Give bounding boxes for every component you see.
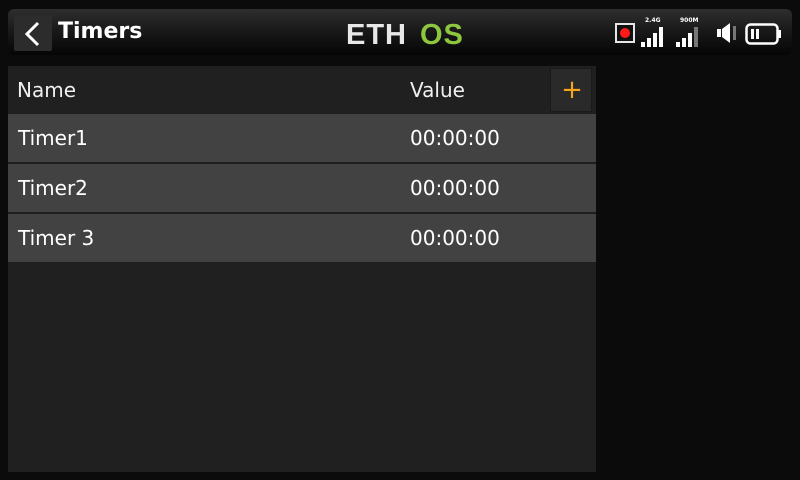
chevron-left-icon bbox=[24, 21, 40, 47]
column-header-name: Name bbox=[17, 78, 77, 102]
timer-name: Timer2 bbox=[18, 176, 88, 200]
screen: Timers ETH OS 2.4G 900M Name Value + Tim… bbox=[0, 0, 800, 480]
timer-value: 00:00:00 bbox=[410, 226, 500, 250]
ethos-logo: ETH OS bbox=[346, 19, 464, 49]
rf-band-label-900m: 900M bbox=[680, 17, 699, 24]
record-icon bbox=[615, 23, 635, 43]
add-timer-button[interactable]: + bbox=[550, 68, 592, 112]
page-title: Timers bbox=[58, 19, 143, 44]
signal-bars-icon bbox=[641, 27, 671, 47]
timer-name: Timer 3 bbox=[18, 226, 95, 250]
logo-text-left: ETH bbox=[346, 19, 407, 49]
table-header: Name Value + bbox=[8, 66, 596, 114]
rf-band-label-24g: 2.4G bbox=[645, 17, 661, 24]
timer-value: 00:00:00 bbox=[410, 176, 500, 200]
signal-bars-icon bbox=[676, 27, 706, 47]
logo-text-right: OS bbox=[420, 19, 464, 49]
timer-value: 00:00:00 bbox=[410, 126, 500, 150]
timer-name: Timer1 bbox=[18, 126, 88, 150]
plus-icon: + bbox=[561, 75, 583, 105]
back-button[interactable] bbox=[14, 15, 52, 51]
rf-signal-24g: 2.4G bbox=[641, 17, 671, 47]
table-row[interactable]: Timer1 00:00:00 bbox=[8, 114, 596, 162]
header-bar: Timers ETH OS 2.4G 900M bbox=[8, 9, 792, 55]
column-header-value: Value bbox=[410, 78, 465, 102]
table-row[interactable]: Timer2 00:00:00 bbox=[8, 164, 596, 212]
battery-icon bbox=[745, 23, 781, 45]
rf-signal-900m: 900M bbox=[676, 17, 706, 47]
timers-table: Name Value + Timer1 00:00:00 Timer2 00:0… bbox=[8, 66, 596, 472]
table-row[interactable]: Timer 3 00:00:00 bbox=[8, 214, 596, 262]
speaker-icon bbox=[717, 23, 736, 43]
